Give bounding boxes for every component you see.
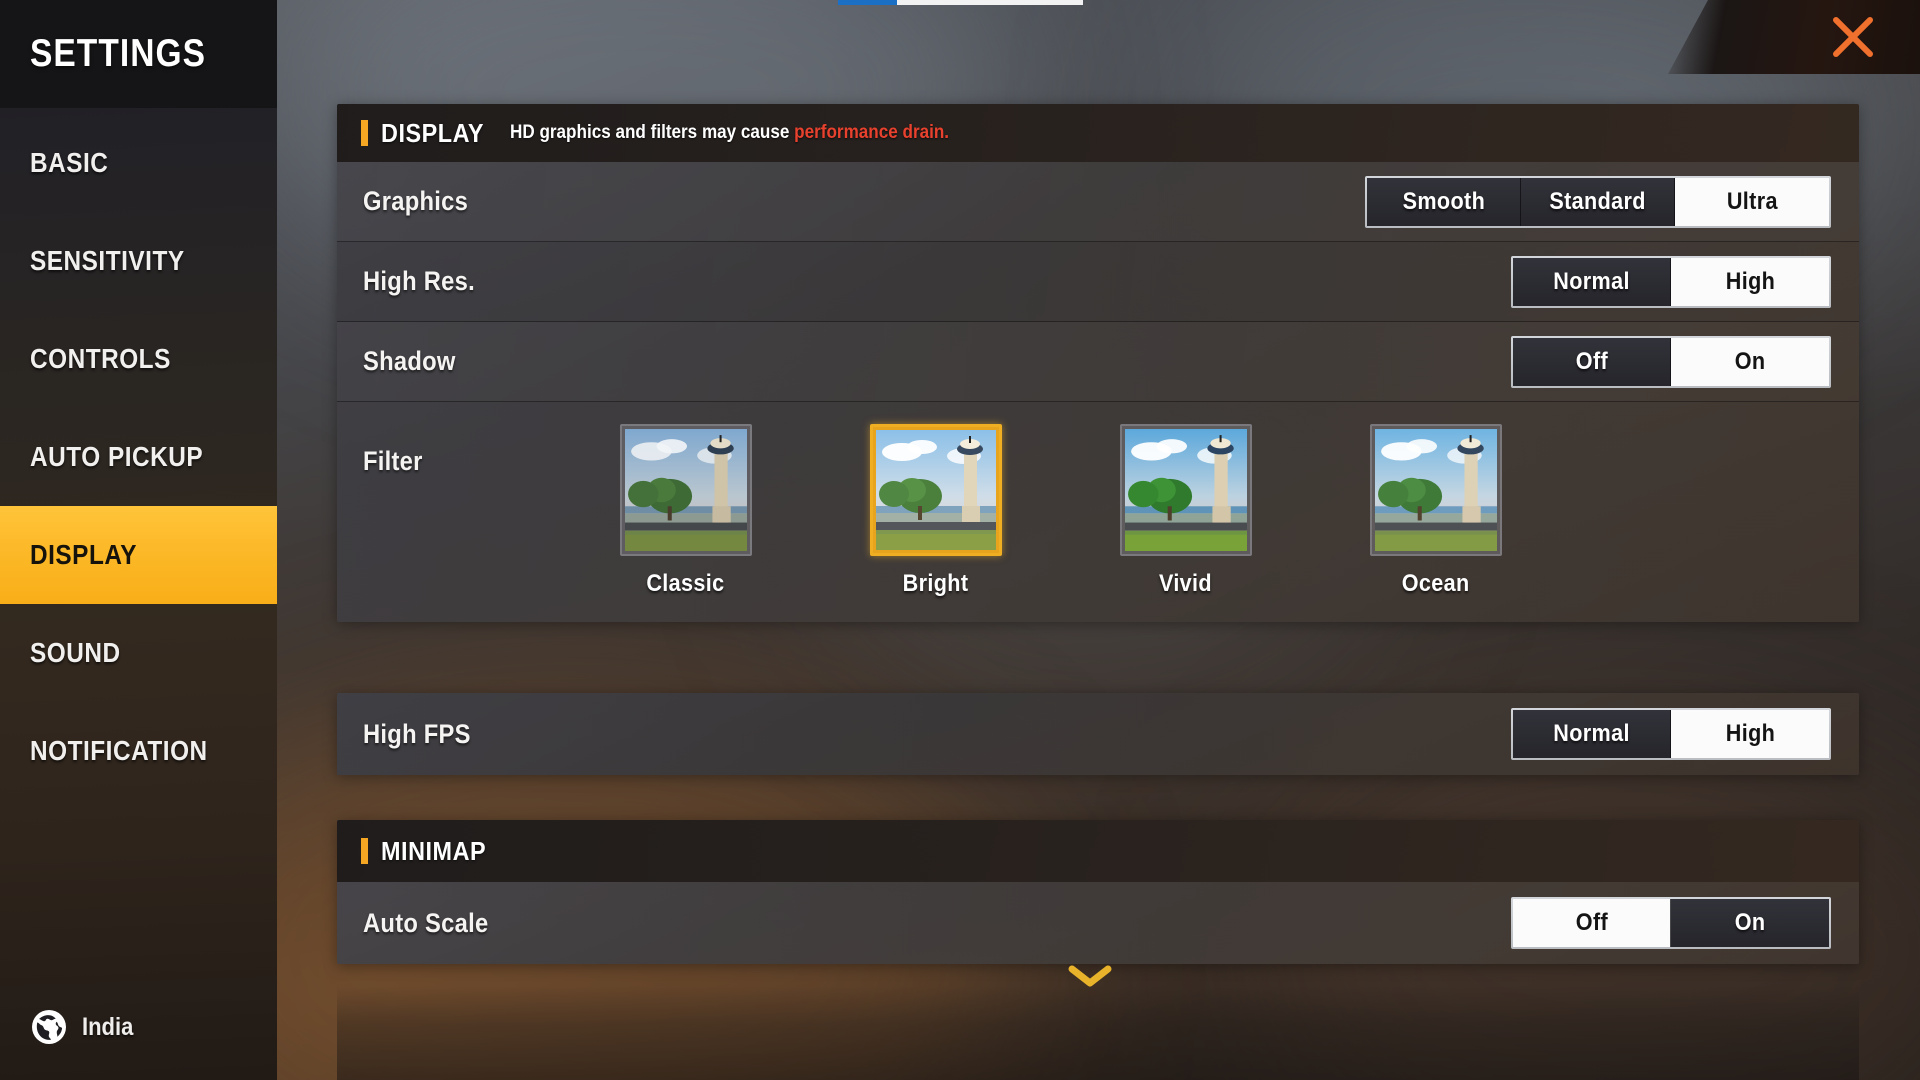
- sidebar-header: SETTINGS: [0, 0, 277, 108]
- display-section-header: DISPLAY HD graphics and filters may caus…: [337, 104, 1859, 162]
- filter-preview-image: [1124, 429, 1247, 551]
- filter-option-bright[interactable]: Bright: [869, 424, 1002, 598]
- auto-scale-option-label: On: [1734, 909, 1766, 936]
- shadow-segmented-control: Off On: [1511, 335, 1831, 388]
- high-fps-option-label: Normal: [1553, 720, 1630, 747]
- high-res-option-high[interactable]: High: [1671, 257, 1829, 306]
- minimap-card: MINIMAP Auto Scale Off On: [337, 820, 1859, 964]
- sidebar-item-basic[interactable]: BASIC: [0, 114, 277, 212]
- minimap-section-header: MINIMAP: [337, 820, 1859, 882]
- sidebar-item-label: BASIC: [30, 147, 109, 178]
- shadow-option-label: On: [1734, 347, 1766, 375]
- shadow-option-label: Off: [1575, 347, 1608, 375]
- filter-options: Classic Bright Vivid Ocean: [431, 424, 1831, 598]
- filter-thumbnail-frame: [869, 424, 1002, 556]
- close-panel: [1668, 0, 1920, 74]
- filter-option-vivid[interactable]: Vivid: [1119, 424, 1252, 598]
- display-card: DISPLAY HD graphics and filters may caus…: [337, 104, 1859, 622]
- filter-preview-image: [875, 430, 996, 550]
- graphics-option-label: Smooth: [1402, 187, 1485, 215]
- high-fps-option-high[interactable]: High: [1671, 710, 1829, 758]
- auto-scale-option-label: Off: [1575, 909, 1608, 936]
- graphics-segmented-control: Smooth Standard Ultra: [1365, 175, 1831, 228]
- filter-thumbnail-frame: [1119, 424, 1252, 556]
- fps-card: High FPS Normal High: [337, 693, 1859, 775]
- chevron-down-icon[interactable]: [1067, 963, 1113, 989]
- close-icon[interactable]: [1824, 8, 1882, 66]
- filter-label: Ocean: [1401, 570, 1470, 597]
- row-label-auto-scale: Auto Scale: [363, 907, 489, 938]
- region-label: India: [82, 1012, 134, 1041]
- high-fps-option-normal[interactable]: Normal: [1513, 710, 1671, 758]
- sidebar-item-display[interactable]: DISPLAY: [0, 506, 277, 604]
- row-label-filter: Filter: [363, 446, 423, 476]
- row-high-res: High Res. Normal High: [337, 242, 1859, 322]
- settings-screen: SETTINGS BASIC SENSITIVITY CONTROLS AUTO…: [0, 0, 1920, 1080]
- row-label-high-res: High Res.: [363, 266, 475, 296]
- sidebar-item-controls[interactable]: CONTROLS: [0, 310, 277, 408]
- section-note: HD graphics and filters may cause perfor…: [510, 122, 949, 144]
- high-res-option-normal[interactable]: Normal: [1513, 257, 1671, 306]
- filter-preview-image: [624, 429, 747, 551]
- globe-icon: [32, 1010, 66, 1044]
- sidebar-item-auto-pickup[interactable]: AUTO PICKUP: [0, 408, 277, 506]
- high-fps-segmented-control: Normal High: [1511, 708, 1831, 760]
- content-bottom-fade: [337, 986, 1859, 1080]
- sidebar-nav: BASIC SENSITIVITY CONTROLS AUTO PICKUP D…: [0, 108, 277, 800]
- section-note-plain: HD graphics and filters may cause: [509, 122, 794, 143]
- auto-scale-option-on[interactable]: On: [1671, 899, 1829, 947]
- settings-content: DISPLAY HD graphics and filters may caus…: [277, 0, 1920, 1080]
- row-label-graphics: Graphics: [363, 186, 469, 216]
- filter-option-classic[interactable]: Classic: [619, 424, 752, 598]
- auto-scale-segmented-control: Off On: [1511, 897, 1831, 949]
- sidebar-item-sound[interactable]: SOUND: [0, 604, 277, 702]
- high-fps-option-label: High: [1725, 720, 1775, 747]
- filter-preview-image: [1374, 429, 1497, 551]
- region-indicator[interactable]: India: [30, 1008, 140, 1046]
- section-accent-bar: [361, 120, 368, 146]
- page-title: SETTINGS: [30, 32, 206, 75]
- filter-label: Classic: [646, 570, 725, 597]
- graphics-option-label: Ultra: [1726, 187, 1778, 215]
- filter-label: Vivid: [1159, 570, 1213, 597]
- shadow-option-off[interactable]: Off: [1513, 337, 1671, 386]
- high-res-option-label: High: [1725, 267, 1775, 295]
- progress-fill: [838, 0, 897, 5]
- sidebar-item-label: CONTROLS: [30, 343, 171, 374]
- sidebar-item-label: SOUND: [30, 637, 121, 668]
- section-accent-bar: [361, 838, 368, 864]
- graphics-option-standard[interactable]: Standard: [1521, 177, 1675, 226]
- row-filter: Filter Classic Bright Vivid Ocean: [337, 402, 1859, 622]
- sidebar: SETTINGS BASIC SENSITIVITY CONTROLS AUTO…: [0, 0, 277, 1080]
- high-res-option-label: Normal: [1553, 267, 1630, 295]
- row-label-shadow: Shadow: [363, 346, 456, 376]
- filter-label: Bright: [903, 570, 969, 597]
- sidebar-item-sensitivity[interactable]: SENSITIVITY: [0, 212, 277, 310]
- graphics-option-smooth[interactable]: Smooth: [1367, 177, 1521, 226]
- section-note-warning: performance drain.: [793, 122, 949, 143]
- sidebar-item-label: AUTO PICKUP: [30, 441, 204, 472]
- filter-option-ocean[interactable]: Ocean: [1369, 424, 1502, 598]
- row-label-high-fps: High FPS: [363, 718, 471, 749]
- progress-track: [896, 0, 1083, 5]
- top-progress-bar: [838, 0, 1083, 5]
- sidebar-item-label: NOTIFICATION: [30, 735, 208, 766]
- graphics-option-ultra[interactable]: Ultra: [1675, 177, 1829, 226]
- auto-scale-option-off[interactable]: Off: [1513, 899, 1671, 947]
- section-title: MINIMAP: [381, 835, 487, 866]
- sidebar-item-notification[interactable]: NOTIFICATION: [0, 702, 277, 800]
- row-high-fps: High FPS Normal High: [337, 693, 1859, 775]
- section-title: DISPLAY: [381, 117, 485, 148]
- sidebar-item-label: DISPLAY: [30, 539, 137, 570]
- sidebar-item-label: SENSITIVITY: [30, 245, 185, 276]
- row-shadow: Shadow Off On: [337, 322, 1859, 402]
- row-auto-scale: Auto Scale Off On: [337, 882, 1859, 964]
- graphics-option-label: Standard: [1549, 187, 1646, 215]
- filter-thumbnail-frame: [619, 424, 752, 556]
- shadow-option-on[interactable]: On: [1671, 337, 1829, 386]
- filter-thumbnail-frame: [1369, 424, 1502, 556]
- high-res-segmented-control: Normal High: [1511, 255, 1831, 308]
- row-graphics: Graphics Smooth Standard Ultra: [337, 162, 1859, 242]
